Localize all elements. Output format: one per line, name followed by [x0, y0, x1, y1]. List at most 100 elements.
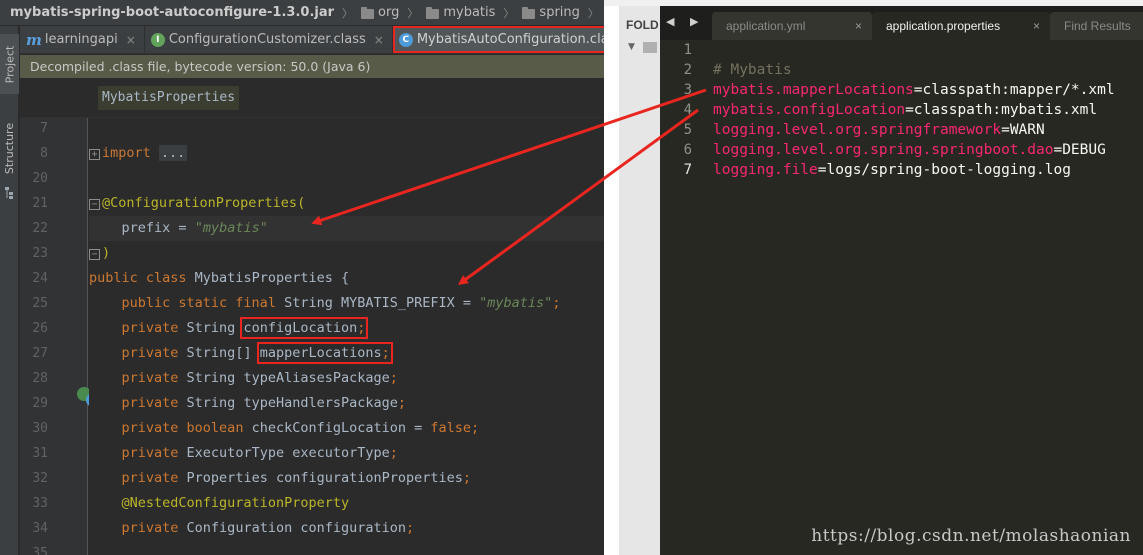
code-token: false	[430, 420, 472, 436]
tab-learningapi[interactable]: m learningapi ×	[20, 26, 145, 53]
property-eq: =	[1001, 122, 1010, 138]
sublime-tab-bar: ◀ ▶ application.yml × application.propert…	[660, 6, 1143, 40]
decompiled-notice: Decompiled .class file, bytecode version…	[20, 55, 604, 78]
collapse-fold-icon[interactable]: −	[89, 199, 100, 210]
property-value: WARN	[1009, 122, 1045, 138]
code-token: private	[121, 345, 187, 361]
comment-text: # Mybatis	[713, 62, 792, 78]
project-tool-tab[interactable]: Project	[0, 34, 19, 94]
code-token: private	[121, 520, 187, 536]
expand-fold-icon[interactable]: +	[89, 149, 100, 160]
tool-window-strip: Project Structure	[0, 26, 19, 555]
line-number: 2	[683, 62, 692, 78]
window-left-pad	[604, 6, 619, 555]
breadcrumb-org[interactable]: org	[361, 5, 399, 20]
tab-application-yml[interactable]: application.yml ×	[712, 12, 872, 40]
code-line-24: public class MybatisProperties {	[89, 266, 604, 291]
tab-application-properties[interactable]: application.properties ×	[872, 12, 1050, 40]
sublime-window: FOLD ▼ ◀ ▶ application.yml × application.…	[604, 0, 1143, 555]
class-crumb[interactable]: MybatisProperties	[98, 86, 240, 110]
line-number: 5	[683, 122, 692, 138]
breadcrumb-label: spring	[539, 5, 580, 20]
property-eq: =	[1053, 142, 1063, 158]
properties-line-5[interactable]: logging.level.org.springframework=WARN	[713, 120, 1045, 140]
collapse-fold-icon[interactable]: −	[89, 249, 100, 260]
breadcrumb-jar[interactable]: mybatis-spring-boot-autoconfigure-1.3.0.…	[10, 5, 334, 20]
code-line-32: private Properties configurationProperti…	[89, 466, 604, 491]
code-token: String[]	[186, 345, 260, 361]
property-value: DEBUG	[1062, 142, 1106, 158]
project-tab-label: Project	[3, 45, 17, 83]
tab-nav-arrows-icon[interactable]: ◀ ▶	[666, 15, 704, 28]
tab-configuration-customizer[interactable]: I ConfigurationCustomizer.class ×	[145, 26, 393, 53]
property-key: logging.level.org.springframework	[713, 122, 1002, 138]
line-number: 7	[40, 121, 48, 136]
code-token: String	[186, 320, 244, 336]
close-icon[interactable]: ×	[1033, 12, 1040, 40]
code-line-28: private String typeAliasesPackage;	[89, 366, 604, 391]
code-token: import	[102, 145, 151, 161]
folder-icon	[426, 6, 440, 19]
line-number: 7	[683, 162, 692, 178]
breadcrumb-label: mybatis	[443, 5, 496, 20]
code-line-25: public static final String MYBATIS_PREFI…	[89, 291, 604, 316]
properties-line-7[interactable]: logging.file=logs/spring-boot-logging.lo…	[713, 160, 1071, 180]
folder-icon	[643, 42, 657, 53]
code-token: @NestedConfigurationProperty	[121, 495, 350, 511]
properties-line-2[interactable]: # Mybatis	[713, 60, 792, 80]
code-token: private	[121, 395, 187, 411]
breadcrumb-separator: 〉	[342, 6, 354, 20]
tab-find-results[interactable]: Find Results	[1050, 12, 1143, 40]
code-token: private	[121, 320, 187, 336]
code-token: )	[102, 245, 111, 261]
folder-disclosure-icon[interactable]: ▼	[628, 42, 635, 52]
close-icon[interactable]: ×	[855, 12, 862, 40]
tab-mybatis-auto-configuration[interactable]: C MybatisAutoConfiguration.class ×	[392, 26, 604, 53]
structure-tab-label: Structure	[3, 122, 17, 174]
code-line-31: private ExecutorType executorType;	[89, 441, 604, 466]
code-line-26: private String configLocation;	[89, 316, 604, 341]
breadcrumb-spring[interactable]: spring	[522, 5, 580, 20]
breadcrumb-label: org	[378, 5, 400, 20]
close-icon[interactable]: ×	[374, 33, 384, 47]
line-number: 1	[683, 42, 692, 58]
line-number: 20	[32, 171, 48, 186]
properties-line-6[interactable]: logging.level.org.spring.springboot.dao=…	[713, 140, 1106, 160]
structure-tool-tab[interactable]: Structure	[0, 110, 19, 186]
property-key: logging.file	[713, 162, 818, 178]
code-token: =	[170, 220, 195, 236]
breadcrumb-separator: 〉	[407, 6, 419, 20]
highlight-config-location: configLocation;	[240, 317, 369, 339]
properties-line-3[interactable]: mybatis.mapperLocations=classpath:mapper…	[713, 80, 1115, 100]
line-number: 6	[683, 142, 692, 158]
properties-line-4[interactable]: mybatis.configLocation=classpath:mybatis…	[713, 100, 1097, 120]
code-token: ;	[389, 370, 398, 386]
line-number: 29	[32, 396, 48, 411]
code-line-34: private Configuration configuration;	[89, 516, 604, 541]
tab-label: learningapi	[44, 32, 118, 47]
line-number: 26	[32, 321, 48, 336]
code-editor[interactable]: + import ... − @ConfigurationProperties( p…	[89, 118, 604, 555]
breadcrumb-separator: 〉	[587, 6, 599, 20]
breadcrumb-mybatis[interactable]: mybatis	[426, 5, 495, 20]
sidebar	[619, 6, 660, 555]
line-number: 33	[32, 496, 48, 511]
sidebar-folders-title: FOLD	[626, 18, 659, 32]
code-token: String typeAliasesPackage	[186, 370, 390, 386]
close-icon[interactable]: ×	[126, 33, 136, 47]
code-token: ;	[552, 295, 561, 311]
class-icon: C	[398, 32, 413, 47]
watermark: https://blog.csdn.net/molashaonian	[811, 526, 1131, 546]
code-token: private	[121, 470, 187, 486]
sublime-line-gutter: 1 2 3 4 5 6 7	[660, 40, 708, 555]
collapsed-imports[interactable]: ...	[158, 145, 188, 161]
line-number: 32	[32, 471, 48, 486]
code-line-27: private String[] mapperLocations;	[89, 341, 604, 366]
code-token: ;	[381, 345, 390, 361]
property-eq: =	[913, 82, 923, 98]
code-token: ExecutorType executorType	[186, 445, 390, 461]
code-token: configLocation	[243, 320, 358, 336]
structure-icon	[4, 186, 15, 200]
code-line-21: − @ConfigurationProperties(	[89, 191, 604, 216]
line-number: 21	[32, 196, 48, 211]
